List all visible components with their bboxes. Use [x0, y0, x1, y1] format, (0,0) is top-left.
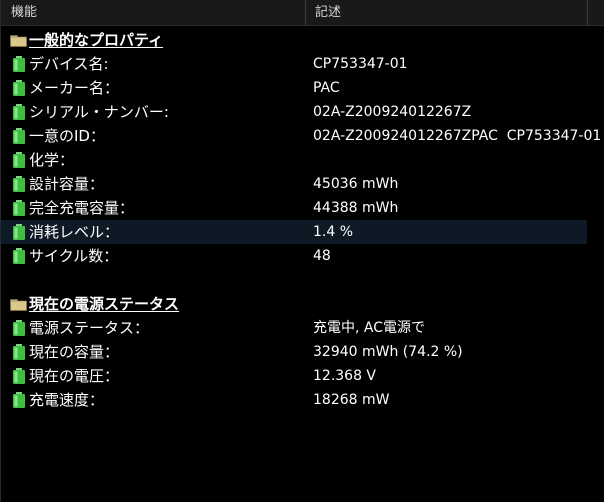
battery-icon: [13, 320, 25, 336]
property-label: 現在の電圧：: [29, 367, 120, 385]
property-value: 45036 mWh: [313, 176, 399, 192]
property-label: 完全充電容量：: [29, 199, 135, 217]
battery-properties-window: 機能 記述 一般的なプロパティ デバイス名: CP753347-01 メーカー名…: [0, 0, 604, 502]
property-label: 電源ステータス：: [29, 319, 150, 337]
battery-icon: [13, 104, 25, 120]
property-row-device-name[interactable]: デバイス名: CP753347-01: [1, 52, 587, 76]
property-label: デバイス名:: [29, 55, 109, 73]
property-list: 一般的なプロパティ デバイス名: CP753347-01 メーカー名： PAC …: [1, 28, 604, 412]
property-value: 32940 mWh (74.2 %): [313, 344, 463, 360]
property-label: メーカー名：: [29, 79, 120, 97]
section-header-power-status[interactable]: 現在の電源ステータス: [1, 292, 587, 316]
property-value: CP753347-01: [313, 56, 408, 72]
property-value: 12.368 V: [313, 368, 377, 384]
battery-icon: [13, 128, 25, 144]
battery-icon: [13, 368, 25, 384]
column-header-item[interactable]: 機能: [11, 0, 37, 26]
section-header-general[interactable]: 一般的なプロパティ: [1, 28, 587, 52]
column-separator[interactable]: [587, 0, 588, 25]
battery-icon: [13, 392, 25, 408]
property-label: 消耗レベル：: [29, 223, 120, 241]
property-value: 充電中, AC電源で: [313, 320, 426, 336]
property-row-serial-number[interactable]: シリアル・ナンバー: 02A-Z200924012267Z: [1, 100, 587, 124]
property-row-unique-id[interactable]: 一意のID： 02A-Z200924012267ZPAC CP753347-01: [1, 124, 601, 148]
property-label: シリアル・ナンバー:: [29, 103, 169, 121]
property-row-current-voltage[interactable]: 現在の電圧： 12.368 V: [1, 364, 587, 388]
property-row-current-capacity[interactable]: 現在の容量： 32940 mWh (74.2 %): [1, 340, 587, 364]
section-title: 現在の電源ステータス: [29, 295, 180, 313]
property-value: PAC: [313, 80, 340, 96]
folder-icon: [10, 35, 27, 47]
property-row-chemistry[interactable]: 化学：: [1, 148, 587, 172]
property-row-wear-level[interactable]: 消耗レベル： 1.4 %: [1, 220, 587, 244]
property-label: 充電速度：: [29, 391, 105, 409]
property-value: 1.4 %: [313, 224, 354, 240]
property-value: 02A-Z200924012267ZPAC CP753347-01: [313, 128, 602, 144]
property-row-manufacturer[interactable]: メーカー名： PAC: [1, 76, 587, 100]
battery-icon: [13, 56, 25, 72]
property-row-power-status[interactable]: 電源ステータス： 充電中, AC電源で: [1, 316, 587, 340]
property-label: 一意のID：: [29, 127, 105, 145]
battery-icon: [13, 176, 25, 192]
folder-icon: [10, 299, 27, 311]
battery-icon: [13, 344, 25, 360]
battery-icon: [13, 80, 25, 96]
battery-icon: [13, 224, 25, 240]
property-row-cycle-count[interactable]: サイクル数： 48: [1, 244, 587, 268]
property-label: サイクル数：: [29, 247, 119, 265]
property-label: 現在の容量：: [29, 343, 120, 361]
property-row-design-capacity[interactable]: 設計容量： 45036 mWh: [1, 172, 587, 196]
battery-icon: [13, 152, 25, 168]
property-value: 02A-Z200924012267Z: [313, 104, 472, 120]
battery-icon: [13, 248, 25, 264]
battery-icon: [13, 200, 25, 216]
column-separator[interactable]: [305, 0, 306, 25]
property-row-charge-rate[interactable]: 充電速度： 18268 mW: [1, 388, 587, 412]
section-title: 一般的なプロパティ: [29, 31, 164, 49]
column-header-description[interactable]: 記述: [315, 0, 341, 26]
property-value: 44388 mWh: [313, 200, 399, 216]
property-label: 化学：: [29, 151, 75, 169]
property-label: 設計容量：: [29, 175, 105, 193]
property-row-full-charge-capacity[interactable]: 完全充電容量： 44388 mWh: [1, 196, 587, 220]
column-header: 機能 記述: [1, 0, 604, 26]
property-value: 48: [313, 248, 331, 264]
property-value: 18268 mW: [313, 392, 390, 408]
